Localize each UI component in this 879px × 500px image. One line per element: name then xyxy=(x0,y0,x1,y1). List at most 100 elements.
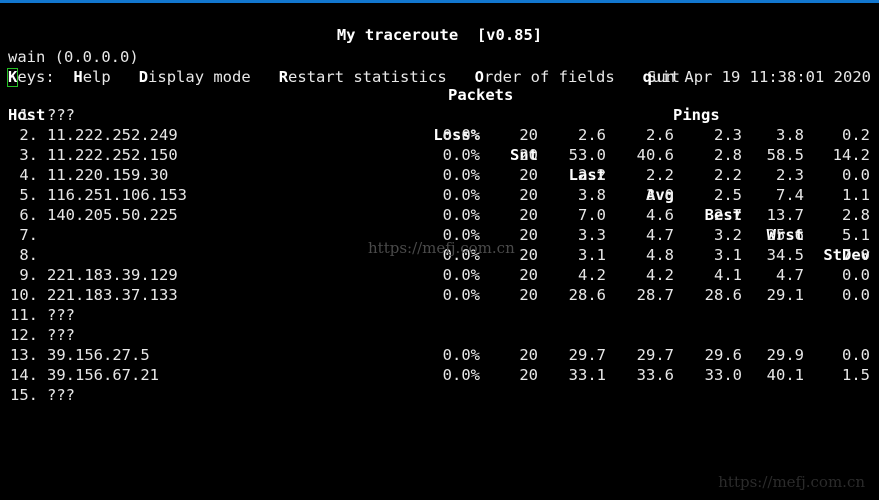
hop-stdev: 0.0 xyxy=(842,166,870,184)
hop-loss: 0.0% xyxy=(442,266,480,284)
hop-snt: 20 xyxy=(519,186,538,204)
hop-index: 11. xyxy=(10,306,38,324)
hop-wrst: 2.3 xyxy=(776,166,804,184)
hop-stdev: 7.0 xyxy=(842,246,870,264)
table-row[interactable]: 9. 221.183.39.129 0.0% 20 4.2 4.2 4.1 4.7 0.0 xyxy=(0,265,879,285)
hop-wrst: 13.7 xyxy=(766,206,804,224)
hop-host: 221.183.39.129 xyxy=(47,266,178,284)
column-group-header-row: Packets Pings xyxy=(0,65,879,124)
hop-snt: 20 xyxy=(519,126,538,144)
hop-index: 4. xyxy=(19,166,38,184)
hop-last: 33.1 xyxy=(568,366,606,384)
hop-stdev: 0.0 xyxy=(842,286,870,304)
hop-index: 7. xyxy=(19,226,38,244)
hop-index: 10. xyxy=(10,286,38,304)
table-row[interactable]: 3. 11.222.252.150 0.0% 20 53.0 40.6 2.8 58.5 14.… xyxy=(0,145,879,165)
hop-loss: 0.0% xyxy=(442,366,480,384)
hop-avg: 2.6 xyxy=(646,126,674,144)
hop-best: 2.3 xyxy=(714,126,742,144)
hop-stdev: 0.0 xyxy=(842,346,870,364)
hop-best: 3.2 xyxy=(714,226,742,244)
hop-best: 3.1 xyxy=(714,246,742,264)
hop-wrst: 4.7 xyxy=(776,266,804,284)
table-row[interactable]: 12.??? xyxy=(0,325,879,345)
hop-index: 9. xyxy=(19,266,38,284)
hop-loss: 0.0% xyxy=(442,146,480,164)
hop-snt: 20 xyxy=(519,206,538,224)
hop-best: 28.6 xyxy=(704,286,742,304)
hop-loss: 0.0% xyxy=(442,166,480,184)
hop-wrst: 7.4 xyxy=(776,186,804,204)
hop-loss: 0.0% xyxy=(442,186,480,204)
table-header-row: Host Loss% Snt Last Avg Best Wrst StDev xyxy=(0,85,879,264)
hop-avg: 4.8 xyxy=(646,246,674,264)
hop-last: 2.2 xyxy=(578,166,606,184)
hop-avg: 4.2 xyxy=(646,266,674,284)
hop-avg: 28.7 xyxy=(636,286,674,304)
hop-index: 14. xyxy=(10,366,38,384)
hop-host: 11.222.252.249 xyxy=(47,126,178,144)
hop-stdev: 1.1 xyxy=(842,186,870,204)
hop-index: 12. xyxy=(10,326,38,344)
hop-snt: 20 xyxy=(519,246,538,264)
hop-avg: 2.2 xyxy=(646,166,674,184)
hop-index: 6. xyxy=(19,206,38,224)
hop-host: ??? xyxy=(47,106,75,124)
info-row: wain (0.0.0.0) Sun Apr 19 11:38:01 2020 xyxy=(0,27,879,86)
hop-stdev: 2.8 xyxy=(842,206,870,224)
hop-stdev: 5.1 xyxy=(842,226,870,244)
hop-host: 221.183.37.133 xyxy=(47,286,178,304)
hop-snt: 20 xyxy=(519,286,538,304)
hop-host: ??? xyxy=(47,326,75,344)
table-row[interactable]: 7. 0.0% 20 3.3 4.7 3.2 25.6 5.1 xyxy=(0,225,879,245)
hop-last: 29.7 xyxy=(568,346,606,364)
hop-avg: 4.7 xyxy=(646,226,674,244)
hop-index: 8. xyxy=(19,246,38,264)
hop-loss: 0.0% xyxy=(442,346,480,364)
hop-host: 39.156.27.5 xyxy=(47,346,150,364)
table-row[interactable]: 13. 39.156.27.5 0.0% 20 29.7 29.7 29.6 29.9 0.0 xyxy=(0,345,879,365)
terminal-window: My traceroute [v0.85] wain (0.0.0.0) Sun… xyxy=(0,0,879,500)
hop-host: 11.222.252.150 xyxy=(47,146,178,164)
hop-best: 4.1 xyxy=(714,266,742,284)
hop-wrst: 25.6 xyxy=(766,226,804,244)
hop-wrst: 3.8 xyxy=(776,126,804,144)
hop-host: 140.205.50.225 xyxy=(47,206,178,224)
table-row[interactable]: 14. 39.156.67.21 0.0% 20 33.1 33.6 33.0 40.1 1.5 xyxy=(0,365,879,385)
hop-avg: 33.6 xyxy=(636,366,674,384)
table-row[interactable]: 1.??? xyxy=(0,105,879,125)
hop-last: 3.8 xyxy=(578,186,606,204)
hop-best: 29.6 xyxy=(704,346,742,364)
hop-avg: 40.6 xyxy=(636,146,674,164)
table-row[interactable]: 6. 140.205.50.225 0.0% 20 7.0 4.6 2.7 13.7 2.8 xyxy=(0,205,879,225)
hop-loss: 0.0% xyxy=(442,226,480,244)
table-row[interactable]: 4. 11.220.159.30 0.0% 20 2.2 2.2 2.2 2.3 0.0 xyxy=(0,165,879,185)
hop-index: 15. xyxy=(10,386,38,404)
table-row[interactable]: 15.??? xyxy=(0,385,879,405)
hop-best: 2.5 xyxy=(714,186,742,204)
table-row[interactable]: 2. 11.222.252.249 0.0% 20 2.6 2.6 2.3 3.8 0.2 xyxy=(0,125,879,145)
hop-snt: 20 xyxy=(519,266,538,284)
hop-best: 2.8 xyxy=(714,146,742,164)
hop-snt: 20 xyxy=(519,226,538,244)
hop-index: 5. xyxy=(19,186,38,204)
table-row[interactable]: 8. 0.0% 20 3.1 4.8 3.1 34.5 7.0 xyxy=(0,245,879,265)
hop-stdev: 0.0 xyxy=(842,266,870,284)
table-row[interactable]: 10. 221.183.37.133 0.0% 20 28.6 28.7 28.6 29.1 0… xyxy=(0,285,879,305)
hop-wrst: 29.9 xyxy=(766,346,804,364)
hop-last: 28.6 xyxy=(568,286,606,304)
hop-wrst: 58.5 xyxy=(766,146,804,164)
hop-stdev: 14.2 xyxy=(832,146,870,164)
hop-last: 2.6 xyxy=(578,126,606,144)
hop-wrst: 34.5 xyxy=(766,246,804,264)
hop-host: ??? xyxy=(47,386,75,404)
hop-host: ??? xyxy=(47,306,75,324)
hop-host: 116.251.106.153 xyxy=(47,186,187,204)
hop-loss: 0.0% xyxy=(442,286,480,304)
table-row[interactable]: 5. 116.251.106.153 0.0% 20 3.8 3.0 2.5 7.4 1.1 xyxy=(0,185,879,205)
hop-snt: 20 xyxy=(519,366,538,384)
hop-best: 2.7 xyxy=(714,206,742,224)
table-row[interactable]: 11.??? xyxy=(0,305,879,325)
hop-snt: 20 xyxy=(519,166,538,184)
hop-avg: 3.0 xyxy=(646,186,674,204)
